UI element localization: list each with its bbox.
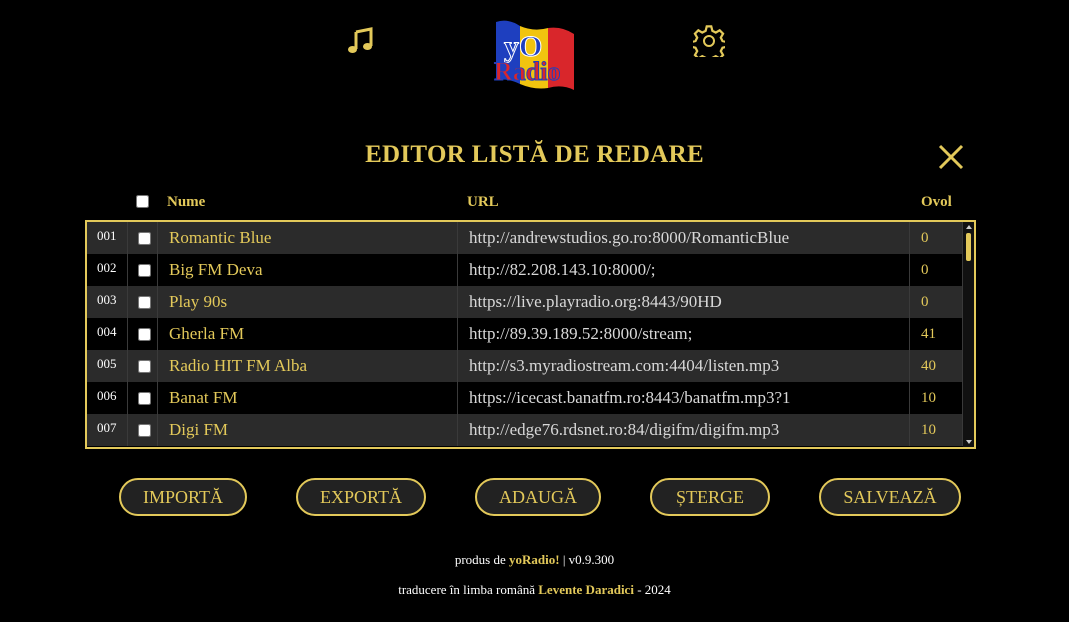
row-select-cell [128,350,158,382]
column-header-ovol: Ovol [921,194,952,210]
scroll-up-arrow-icon[interactable] [966,225,972,229]
row-checkbox[interactable] [138,392,151,405]
scrollbar[interactable] [963,222,974,447]
save-button[interactable]: SALVEAZĂ [819,478,961,516]
station-ovol[interactable]: 41 [910,318,963,350]
export-button[interactable]: EXPORTĂ [296,478,426,516]
station-url[interactable]: http://s3.myradiostream.com:4404/listen.… [458,350,910,382]
footer-version: | v0.9.300 [559,552,615,567]
row-number: 005 [87,350,128,382]
row-number: 006 [87,382,128,414]
footer-translator[interactable]: Levente Daradici [538,582,634,597]
table-row[interactable]: 004 Gherla FM http://89.39.189.52:8000/str… [87,318,963,350]
station-name[interactable]: Digi FM [158,414,458,446]
table-row[interactable]: 002 Big FM Deva http://82.208.143.10:8000/… [87,254,963,286]
row-select-cell [128,414,158,446]
row-checkbox[interactable] [138,424,151,437]
row-checkbox[interactable] [138,296,151,309]
gear-icon[interactable] [689,25,729,64]
footer-year: - 2024 [633,582,671,597]
row-checkbox[interactable] [138,264,151,277]
station-ovol[interactable]: 0 [910,286,963,318]
footer-translation-prefix: traducere în limba română [398,582,539,597]
station-name[interactable]: Radio HIT FM Alba [158,350,458,382]
row-number: 003 [87,286,128,318]
scroll-down-arrow-icon[interactable] [966,440,972,444]
row-checkbox[interactable] [138,328,151,341]
table-row[interactable]: 001 Romantic Blue http://andrewstudios.go.… [87,222,963,254]
table-row[interactable]: 007 Digi FM http://edge76.rdsnet.ro:84/dig… [87,414,963,446]
station-ovol[interactable]: 40 [910,350,963,382]
footer-credits: produs de yoRadio! | v0.9.300 [0,552,1069,568]
row-number: 002 [87,254,128,286]
column-header-name: Nume [167,194,206,210]
table-row[interactable]: 006 Banat FM https://icecast.banatfm.ro:84… [87,382,963,414]
row-select-cell [128,222,158,254]
row-select-cell [128,318,158,350]
row-number: 004 [87,318,128,350]
delete-button[interactable]: ȘTERGE [650,478,770,516]
station-ovol[interactable]: 10 [910,414,963,446]
footer-brand-link[interactable]: yoRadio! [509,552,560,567]
station-ovol[interactable]: 10 [910,382,963,414]
row-number: 001 [87,222,128,254]
page-title: EDITOR LISTĂ DE REDARE [365,141,704,168]
table-row[interactable]: 005 Radio HIT FM Alba http://s3.myradiostr… [87,350,963,382]
station-url[interactable]: http://edge76.rdsnet.ro:84/digifm/digifm… [458,414,910,446]
row-select-cell [128,382,158,414]
station-name[interactable]: Gherla FM [158,318,458,350]
station-url[interactable]: http://82.208.143.10:8000/; [458,254,910,286]
row-checkbox[interactable] [138,360,151,373]
row-select-cell [128,254,158,286]
station-ovol[interactable]: 0 [910,222,963,254]
station-ovol[interactable]: 0 [910,254,963,286]
close-icon[interactable] [936,142,966,172]
station-name[interactable]: Banat FM [158,382,458,414]
music-note-icon[interactable] [346,26,376,56]
table-row[interactable]: 003 Play 90s https://live.playradio.org:84… [87,286,963,318]
row-checkbox[interactable] [138,232,151,245]
yoradio-logo: yO Radio [490,18,582,94]
select-all-checkbox[interactable] [136,195,149,208]
station-url[interactable]: http://89.39.189.52:8000/stream; [458,318,910,350]
station-url[interactable]: https://icecast.banatfm.ro:8443/banatfm.… [458,382,910,414]
station-url[interactable]: https://live.playradio.org:8443/90HD [458,286,910,318]
logo-text-bottom: Radio [494,57,560,86]
station-name[interactable]: Big FM Deva [158,254,458,286]
row-number: 007 [87,414,128,446]
column-header-url: URL [467,194,499,210]
station-url[interactable]: http://andrewstudios.go.ro:8000/Romantic… [458,222,910,254]
import-button[interactable]: IMPORTĂ [119,478,247,516]
footer-translation: traducere în limba română Levente Daradi… [0,582,1069,598]
scrollbar-thumb[interactable] [966,233,971,261]
add-button[interactable]: ADAUGĂ [475,478,601,516]
station-name[interactable]: Romantic Blue [158,222,458,254]
station-name[interactable]: Play 90s [158,286,458,318]
playlist-table: 001 Romantic Blue http://andrewstudios.go.… [85,220,976,449]
row-select-cell [128,286,158,318]
footer-produced-by: produs de [454,552,509,567]
